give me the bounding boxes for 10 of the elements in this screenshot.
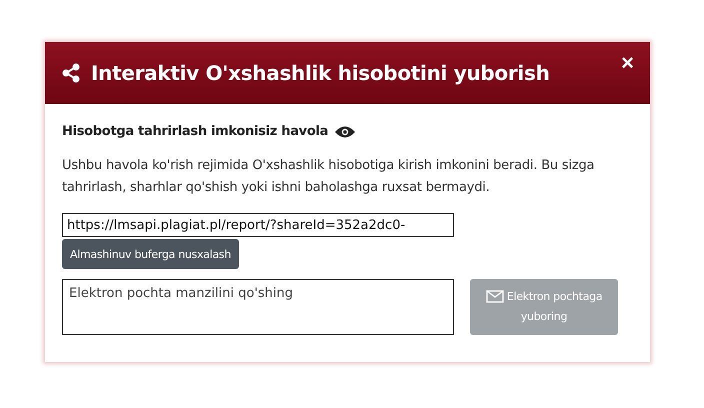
description-text: Ushbu havola ko'rish rejimida O'xshashlik hisobotiga kirish imkonini beradi. Bu sizga tahrirlash, sharhlar qo'shish yoki ishni baholashga ruxsat bermaydi. (62, 157, 596, 197)
eye-icon (334, 124, 356, 138)
copy-button[interactable]: Almashinuv buferga nusxalash (62, 239, 239, 269)
share-icon (61, 63, 81, 83)
section-heading: Hisobotga tahrirlash imkonisiz havola (62, 124, 328, 139)
dialog-title: Interaktiv O'xshashlik hisobotini yuborish (91, 61, 551, 85)
close-button[interactable]: × (621, 50, 634, 76)
link-field[interactable]: https://lmsapi.plagiat.pl/report/?shareId=352a2dc0- (62, 213, 454, 237)
envelope-icon (486, 290, 504, 304)
email-field[interactable]: Elektron pochta manzilini qo'shing (62, 279, 454, 335)
